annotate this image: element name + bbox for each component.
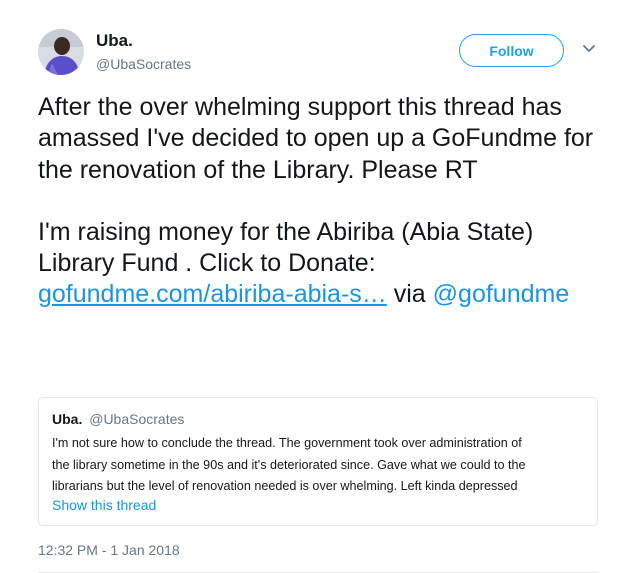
author-handle[interactable]: @UbaSocrates (96, 56, 191, 72)
quoted-author-name: Uba. (52, 411, 83, 427)
quoted-tweet-card[interactable]: Uba. @UbaSocrates I'm not sure how to co… (38, 397, 598, 526)
tweet-paragraph-1: After the over whelming support this thr… (38, 93, 594, 184)
show-thread-link[interactable]: Show this thread (52, 497, 156, 513)
author-name[interactable]: Uba. (96, 31, 133, 51)
tweet-text: After the over whelming support this thr… (38, 92, 608, 311)
quoted-line-1: I'm not sure how to conclude the thread.… (52, 436, 522, 450)
via-text: via (393, 280, 426, 309)
mention-link[interactable]: @gofundme (433, 280, 570, 308)
tweet-timestamp[interactable]: 12:32 PM - 1 Jan 2018 (38, 542, 180, 558)
chevron-down-icon[interactable] (582, 44, 596, 54)
quoted-tweet-text: I'm not sure how to conclude the thread.… (52, 433, 592, 498)
quoted-line-3: librarians but the level of renovation n… (52, 479, 518, 493)
quoted-tweet-header: Uba. @UbaSocrates (52, 411, 184, 427)
gofundme-link[interactable]: gofundme.com/abiriba-abia-s… (38, 280, 387, 308)
tweet-paragraph-2-text: I'm raising money for the Abiriba (Abia … (38, 217, 534, 278)
follow-button[interactable]: Follow (459, 34, 564, 67)
quoted-author-handle: @UbaSocrates (89, 411, 185, 427)
avatar[interactable] (38, 29, 84, 75)
tweet-paragraph-2: I'm raising money for the Abiriba (Abia … (38, 217, 608, 311)
quoted-line-2: the library sometime in the 90s and it's… (52, 457, 526, 472)
